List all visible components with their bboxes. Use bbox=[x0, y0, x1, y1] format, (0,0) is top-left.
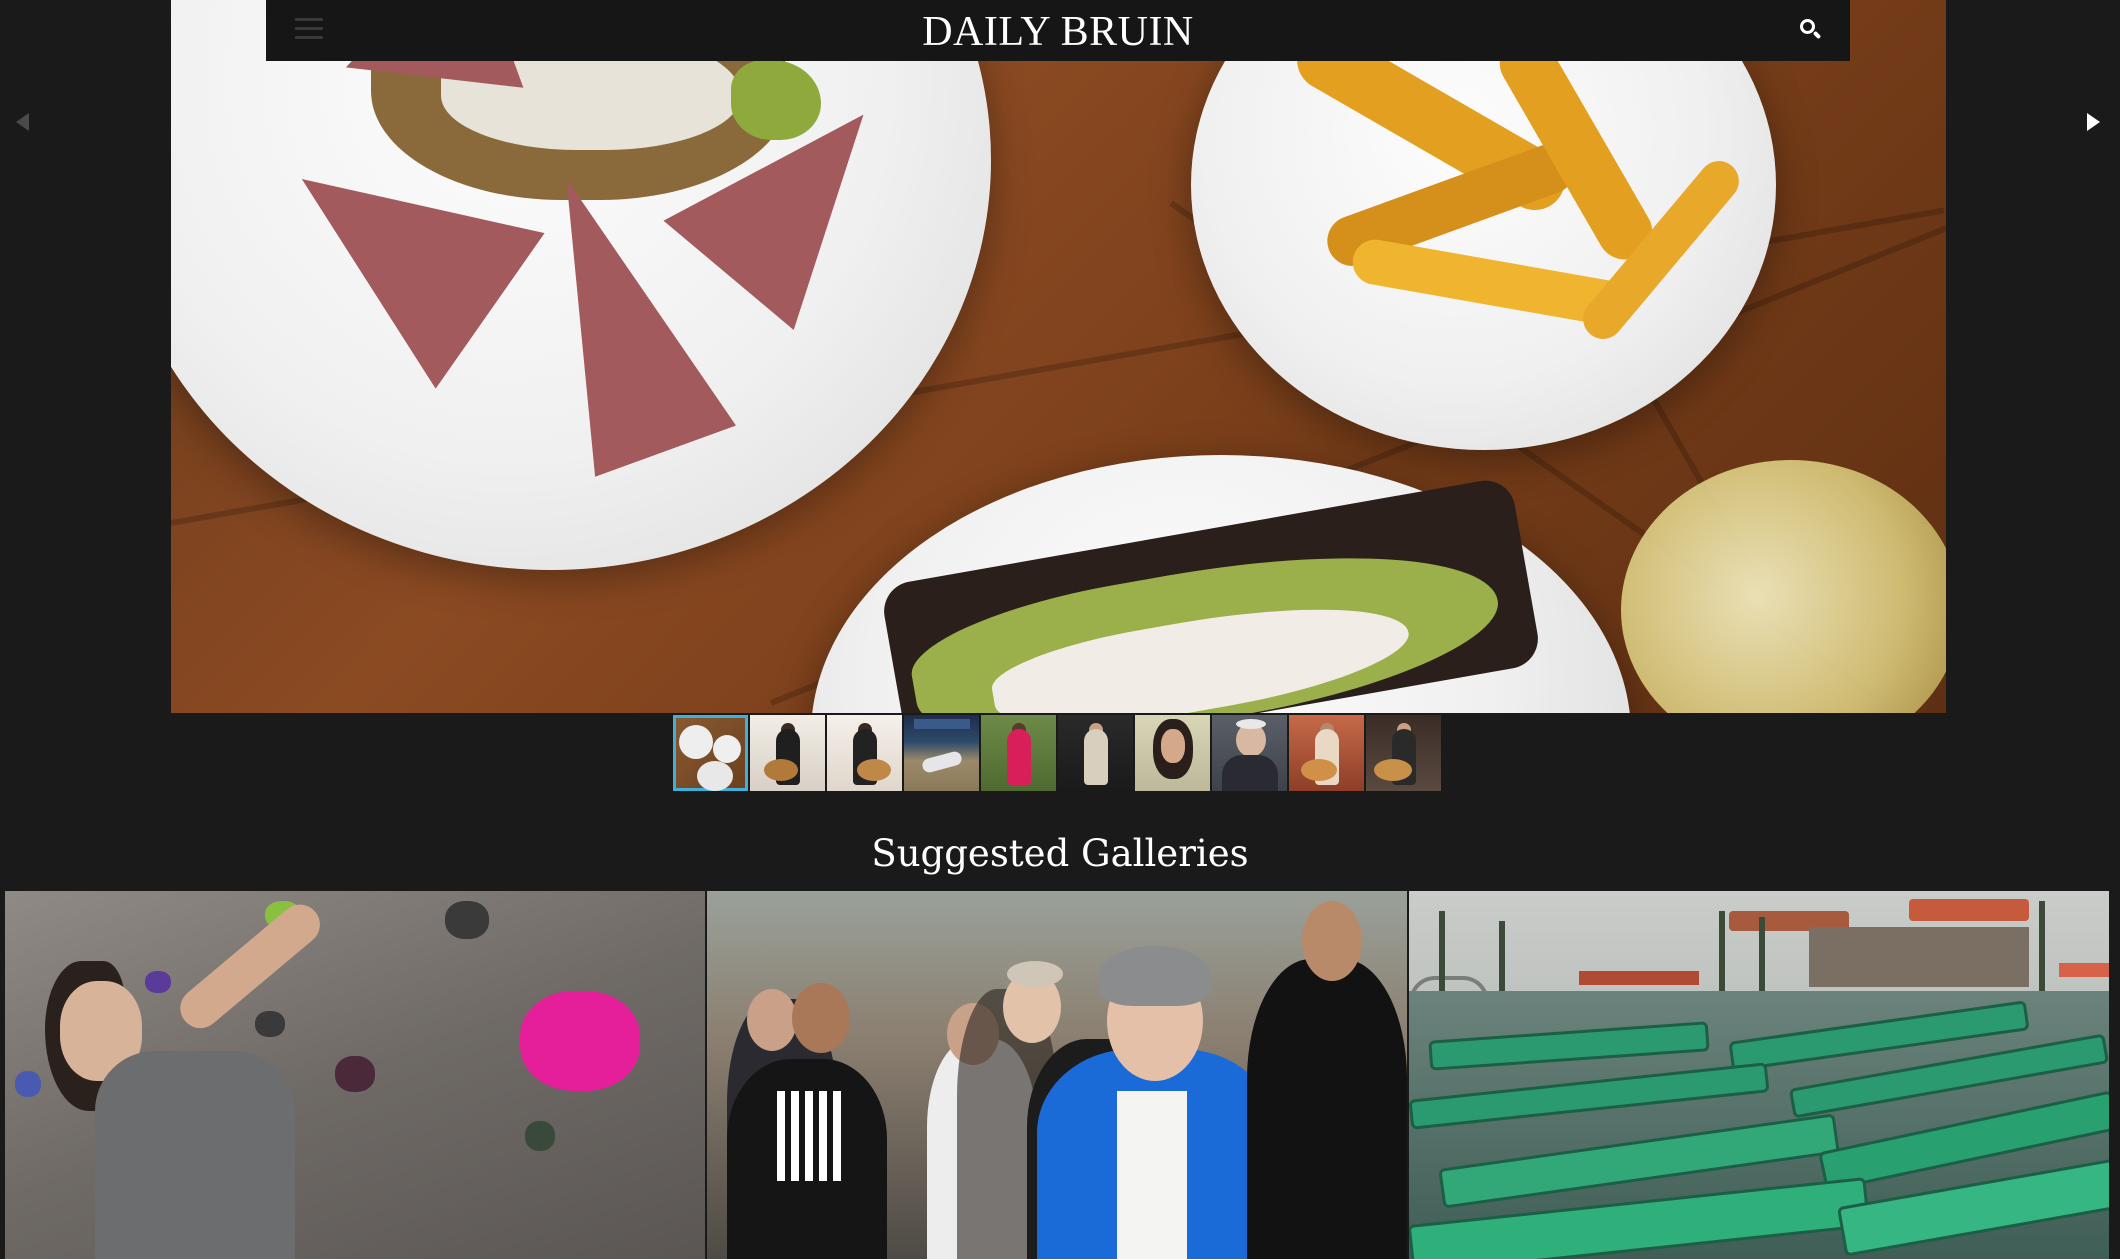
gallery-card-crowd[interactable] bbox=[707, 891, 1407, 1259]
site-logo[interactable]: DAILY BRUIN bbox=[266, 8, 1850, 56]
suggested-galleries-heading: Suggested Galleries bbox=[871, 832, 1249, 875]
thumbnail-2[interactable] bbox=[750, 715, 825, 791]
thumbnail-4[interactable] bbox=[904, 715, 979, 791]
suggested-galleries-list bbox=[5, 891, 2109, 1259]
slideshow-main-image bbox=[171, 0, 1946, 713]
gallery-card-boats[interactable] bbox=[1409, 891, 2109, 1259]
thumbnail-8[interactable] bbox=[1212, 715, 1287, 791]
thumbnail-5[interactable] bbox=[981, 715, 1056, 791]
header-bar: DAILY BRUIN bbox=[266, 0, 1850, 61]
thumbnail-strip bbox=[673, 715, 1441, 791]
thumbnail-3[interactable] bbox=[827, 715, 902, 791]
thumbnail-1[interactable] bbox=[673, 715, 748, 791]
thumbnail-7[interactable] bbox=[1135, 715, 1210, 791]
thumbnail-9[interactable] bbox=[1289, 715, 1364, 791]
search-icon[interactable] bbox=[1798, 17, 1824, 43]
chevron-left-icon[interactable] bbox=[12, 110, 36, 134]
thumbnail-6[interactable] bbox=[1058, 715, 1133, 791]
thumbnail-10[interactable] bbox=[1366, 715, 1441, 791]
gallery-card-climbing[interactable] bbox=[5, 891, 705, 1259]
top-navigation: DAILY BRUIN bbox=[0, 0, 2120, 61]
chevron-right-icon[interactable] bbox=[2081, 110, 2105, 134]
